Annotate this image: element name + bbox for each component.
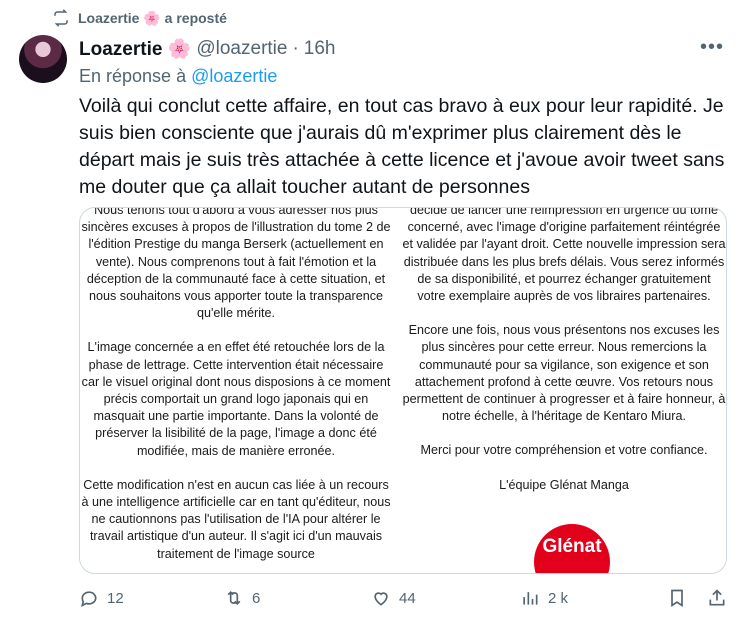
bookmark-icon [671,589,683,608]
avatar[interactable] [19,35,67,83]
like-icon [374,592,388,606]
handle[interactable]: @loazertie [196,38,287,60]
views-count: 2 k [548,589,569,607]
like-button[interactable]: 44 [371,588,416,608]
repost-count: 6 [252,589,261,607]
separator: · [292,38,299,59]
repost-label: Loazertie 🌸 a reposté [78,9,227,26]
views-button[interactable]: 2 k [520,588,568,608]
attached-image[interactable]: Nous tenons tout d'abord à vous adresser… [79,207,727,574]
statement-paragraph: L'image concernée a en effet été retouch… [81,340,391,458]
post-text: Voilà qui conclut cette affaire, en tout… [79,95,725,198]
repost-button[interactable]: 6 [224,588,260,608]
reply-count: 12 [107,589,124,607]
repost-icon [227,590,241,606]
more-icon[interactable]: ••• [700,36,724,59]
timestamp[interactable]: 16h [304,38,336,60]
repost-icon [54,9,68,27]
like-count: 44 [399,589,416,607]
statement-paragraph: décidé de lancer une réimpression en urg… [402,207,726,304]
reply-prefix: En réponse à [79,66,187,86]
repost-banner[interactable]: Loazertie 🌸 a reposté [52,9,227,27]
action-bar: 12 6 44 2 k [79,588,729,618]
statement-paragraph: Nous tenons tout d'abord à vous adresser… [81,207,391,321]
views-icon [523,592,538,605]
statement-paragraph: Cette modification n'est en aucun cas li… [81,477,391,561]
reply-button[interactable]: 12 [79,588,124,608]
statement-paragraph: Encore une fois, nous vous présentons no… [402,323,726,424]
statement-paragraph: Merci pour votre compréhension et votre … [420,443,708,458]
share-button[interactable] [707,588,727,608]
post-header: Loazertie 🌸 @loazertie · 16h [79,37,336,61]
statement-signature: L'équipe Glénat Manga [499,477,629,492]
glenat-logo: Glénat [534,524,610,573]
statement-left-column: Nous tenons tout d'abord à vous adresser… [80,207,392,573]
logo-text: Glénat [542,536,602,557]
share-icon [709,589,725,606]
bookmark-button[interactable] [667,588,687,608]
statement-right-column: décidé de lancer une réimpression en urg… [402,207,726,511]
reply-icon [81,591,97,608]
reply-mention-link[interactable]: @loazertie [191,66,277,86]
reply-context: En réponse à @loazertie [79,66,277,87]
display-name[interactable]: Loazertie 🌸 [79,37,191,61]
